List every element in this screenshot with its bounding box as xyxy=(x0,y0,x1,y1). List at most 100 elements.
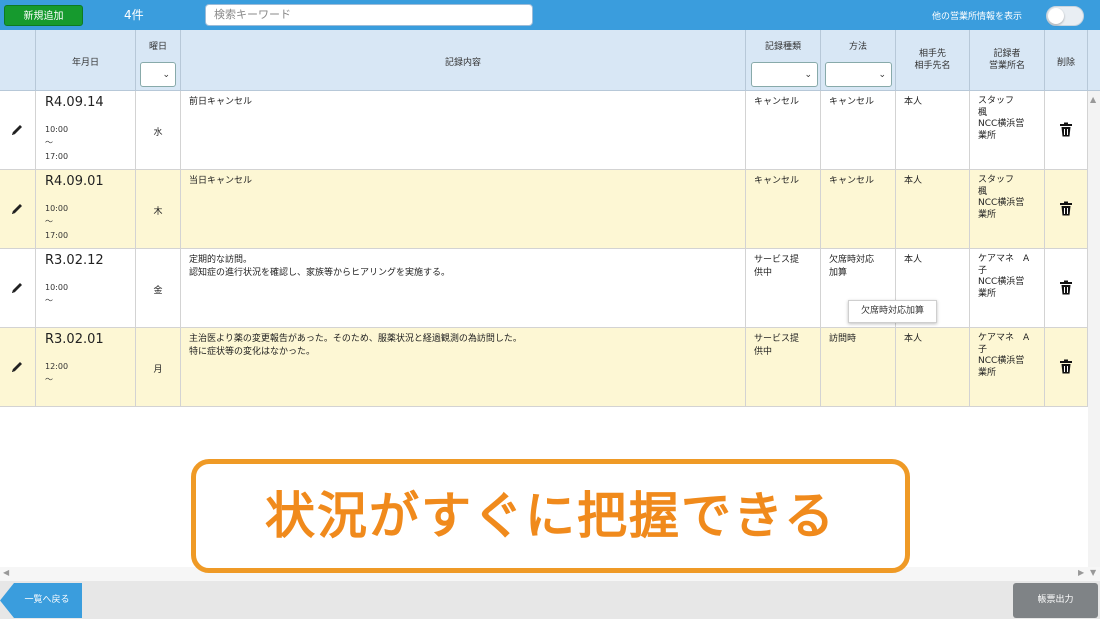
weekday-cell: 水 xyxy=(136,91,181,169)
header-method: 方法 ⌄ xyxy=(821,30,896,91)
scroll-down-icon[interactable]: ▼ xyxy=(1090,568,1096,577)
record-content: 主治医より薬の変更報告があった。そのため、服薬状況と経過観測の為訪問した。 特に… xyxy=(189,334,522,357)
weekday: 木 xyxy=(153,207,163,217)
weekday-cell: 月 xyxy=(136,328,181,406)
header-recorder: 記録者 営業所名 xyxy=(970,30,1045,91)
recorder: ケアマネ A 子 NCC横浜営 業所 xyxy=(978,333,1030,378)
weekday-filter-select[interactable]: ⌄ xyxy=(140,62,176,87)
feature-banner: 状況がすぐに把握できる xyxy=(191,459,910,573)
date-cell: R3.02.01 12:00 ～ xyxy=(36,328,136,406)
delete-cell xyxy=(1045,170,1088,248)
trash-icon[interactable] xyxy=(1059,359,1073,374)
record-type: サービス提 供中 xyxy=(754,334,800,357)
counterpart: 本人 xyxy=(904,97,923,107)
recorder-cell: ケアマネ A 子 NCC横浜営 業所 xyxy=(970,249,1045,327)
record-type-filter-select[interactable]: ⌄ xyxy=(751,62,818,87)
edit-cell xyxy=(0,91,36,169)
edit-cell xyxy=(0,249,36,327)
pencil-icon[interactable] xyxy=(10,202,24,216)
date-cell: R4.09.14 10:00 ～ 17:00 xyxy=(36,91,136,169)
record-type-cell: キャンセル xyxy=(746,170,821,248)
weekday-cell: 木 xyxy=(136,170,181,248)
edit-cell xyxy=(0,170,36,248)
time-tilde: ～ xyxy=(45,217,53,226)
method-tooltip: 欠席時対応加算 xyxy=(848,300,937,323)
trash-icon[interactable] xyxy=(1059,280,1073,295)
search-input[interactable]: 検索キーワード xyxy=(205,4,533,26)
header-recorder-label: 記録者 営業所名 xyxy=(988,49,1025,71)
banner-text: 状況がすぐに把握できる xyxy=(265,487,836,545)
recorder: スタッフ 楓 NCC横浜営 業所 xyxy=(978,96,1025,141)
method: キャンセル xyxy=(829,97,875,107)
weekday-cell: 金 xyxy=(136,249,181,327)
pencil-icon[interactable] xyxy=(10,123,24,137)
trash-icon[interactable] xyxy=(1059,201,1073,216)
pencil-icon[interactable] xyxy=(10,281,24,295)
weekday: 金 xyxy=(153,286,163,296)
time-start: 10:00 xyxy=(45,125,69,134)
recorder-cell: ケアマネ A 子 NCC横浜営 業所 xyxy=(970,328,1045,406)
method-cell: 訪問時 xyxy=(821,328,896,406)
table-row: R3.02.01 12:00 ～ 月 主治医より薬の変更報告があった。そのため、服薬状況… xyxy=(0,328,1088,407)
header-weekday-label: 曜日 xyxy=(148,42,167,52)
time-start: 10:00 xyxy=(45,204,69,213)
scroll-up-icon[interactable]: ▲ xyxy=(1090,95,1096,104)
top-toolbar: 新規追加 4件 検索キーワード 他の営業所情報を表示 xyxy=(0,0,1100,30)
recorder: スタッフ 楓 NCC横浜営 業所 xyxy=(978,175,1025,220)
method: 訪問時 xyxy=(829,334,857,344)
recorder-cell: スタッフ 楓 NCC横浜営 業所 xyxy=(970,170,1045,248)
header-record-type: 記録種類 ⌄ xyxy=(746,30,821,91)
chevron-down-icon: ⌄ xyxy=(804,70,812,80)
header-content-label: 記録内容 xyxy=(444,58,481,68)
trash-icon[interactable] xyxy=(1059,122,1073,137)
record-count: 4件 xyxy=(124,8,144,22)
recorder-cell: スタッフ 楓 NCC横浜営 業所 xyxy=(970,91,1045,169)
table-row: R4.09.01 10:00 ～ 17:00 木 当日キャンセル キャンセル キャンセル 本人 ス… xyxy=(0,170,1088,249)
record-content: 定期的な訪問。 認知症の進行状況を確認し、家族等からヒアリングを実施する。 xyxy=(189,255,451,278)
recorder: ケアマネ A 子 NCC横浜営 業所 xyxy=(978,254,1030,299)
record-type-cell: サービス提 供中 xyxy=(746,249,821,327)
method: キャンセル xyxy=(829,176,875,186)
header-weekday: 曜日 ⌄ xyxy=(136,30,181,91)
method-filter-select[interactable]: ⌄ xyxy=(825,62,892,87)
pencil-icon[interactable] xyxy=(10,360,24,374)
record-type: サービス提 供中 xyxy=(754,255,800,278)
chevron-down-icon: ⌄ xyxy=(878,70,886,80)
content-cell: 当日キャンセル xyxy=(181,170,746,248)
table-row: R4.09.14 10:00 ～ 17:00 水 前日キャンセル キャンセル キャンセル 本人 ス… xyxy=(0,91,1088,170)
new-record-button[interactable]: 新規追加 xyxy=(4,5,83,26)
record-content: 当日キャンセル xyxy=(189,176,253,186)
scroll-right-icon[interactable]: ▶ xyxy=(1078,568,1084,577)
show-other-offices-toggle[interactable] xyxy=(1046,6,1084,26)
counterpart: 本人 xyxy=(904,334,923,344)
weekday: 水 xyxy=(153,128,163,138)
show-other-offices-label: 他の営業所情報を表示 xyxy=(932,12,1023,22)
header-record-type-label: 記録種類 xyxy=(764,42,801,52)
delete-cell xyxy=(1045,91,1088,169)
time-tilde: ～ xyxy=(45,138,53,147)
method-cell: キャンセル xyxy=(821,91,896,169)
counterpart-cell: 本人 xyxy=(896,328,970,406)
record-date: R4.09.01 xyxy=(45,174,104,189)
content-cell: 前日キャンセル xyxy=(181,91,746,169)
content-cell: 主治医より薬の変更報告があった。そのため、服薬状況と経過観測の為訪問した。 特に… xyxy=(181,328,746,406)
header-counterpart: 相手先 相手先名 xyxy=(896,30,970,91)
table-header: 年月日 曜日 ⌄ 記録内容 記録種類 ⌄ 方法 ⌄ 相手先 相手先名 記録者 営… xyxy=(0,30,1100,91)
header-counterpart-label: 相手先 相手先名 xyxy=(914,49,951,71)
header-delete-label: 削除 xyxy=(1056,58,1075,68)
time-tilde: ～ xyxy=(45,375,53,384)
header-content: 記録内容 xyxy=(181,30,746,91)
scroll-left-icon[interactable]: ◀ xyxy=(3,568,9,577)
edit-cell xyxy=(0,328,36,406)
print-report-button[interactable]: 帳票出力 xyxy=(1013,583,1098,618)
counterpart-cell: 本人 xyxy=(896,170,970,248)
back-to-list-button[interactable]: 一覧へ戻る xyxy=(0,583,82,618)
record-date: R4.09.14 xyxy=(45,95,104,110)
record-type-cell: キャンセル xyxy=(746,91,821,169)
vertical-scrollbar[interactable]: ▲ xyxy=(1088,91,1100,577)
delete-cell xyxy=(1045,328,1088,406)
record-type: キャンセル xyxy=(754,176,800,186)
time-start: 12:00 xyxy=(45,362,69,371)
header-edit-column xyxy=(0,30,36,91)
content-cell: 定期的な訪問。 認知症の進行状況を確認し、家族等からヒアリングを実施する。 xyxy=(181,249,746,327)
